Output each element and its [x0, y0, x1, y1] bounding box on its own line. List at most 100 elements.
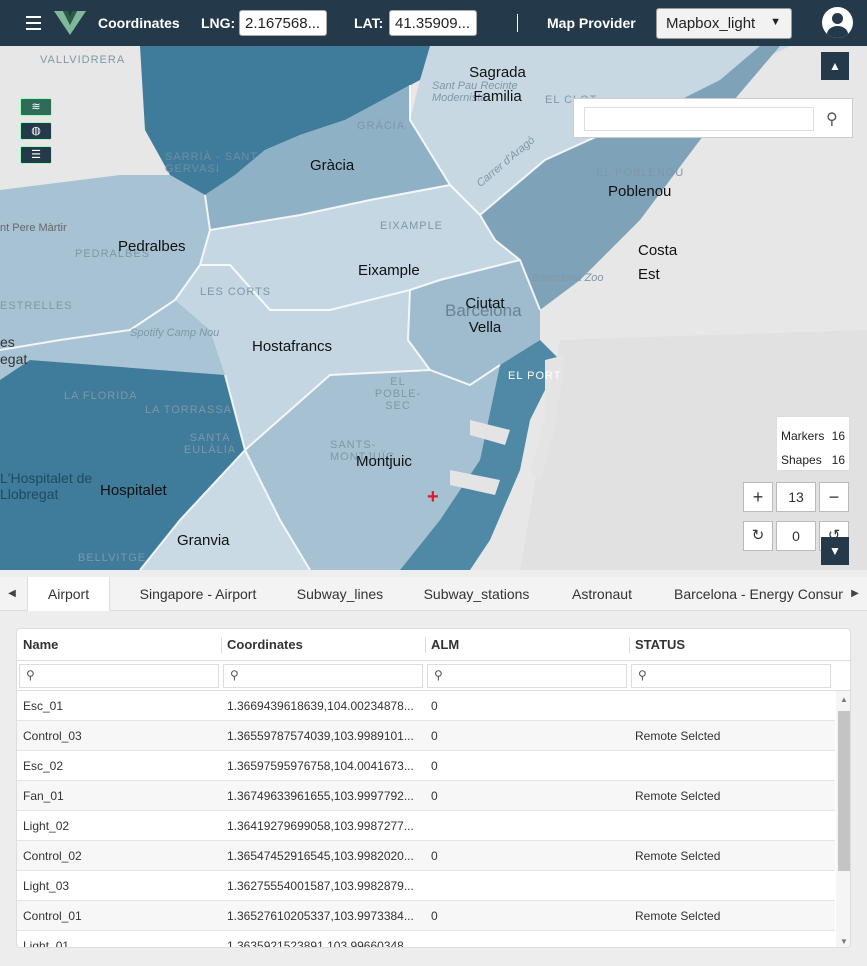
table-cell-name: Control_02 — [23, 849, 82, 863]
filter-status-input[interactable]: ⚲ — [631, 664, 831, 688]
rotate-icon[interactable]: ↻ — [743, 521, 773, 551]
tab-subway-lines[interactable]: Subway_lines — [285, 577, 395, 611]
zoom-in-button[interactable]: + — [743, 482, 773, 512]
table-cell-alm: 0 — [431, 759, 438, 773]
tab-airport[interactable]: Airport — [27, 577, 110, 611]
zoom-level-input[interactable]: 13 — [776, 482, 816, 512]
location-marker-icon[interactable]: + — [427, 486, 439, 509]
map-label-sarria: SARRIÀ - SANT GERVASI — [165, 151, 258, 175]
column-header-name[interactable]: Name — [23, 637, 58, 652]
zoom-out-button[interactable]: − — [819, 482, 849, 512]
search-icon: ⚲ — [230, 668, 239, 682]
district-label-pedralbes[interactable]: Pedralbes — [118, 235, 186, 259]
table-cell-status: Remote Selcted — [635, 849, 721, 863]
rotation-input[interactable]: 0 — [776, 521, 816, 551]
table-cell-status: Remote Selcted — [635, 789, 721, 803]
filter-coordinates-input[interactable]: ⚲ — [223, 664, 423, 688]
chevron-down-icon[interactable]: ▼ — [821, 537, 849, 565]
sliders-icon[interactable]: ☰ — [20, 146, 52, 164]
district-label-sagrada-familia[interactable]: Sagrada Familia — [450, 61, 545, 109]
map-provider-value: Mapbox_light — [666, 15, 756, 32]
district-label-hospitalet[interactable]: Hospitalet — [100, 479, 167, 503]
lng-input[interactable]: 2.167568... — [239, 10, 327, 36]
table-header: Name Coordinates ALM STATUS — [17, 629, 850, 661]
column-header-status[interactable]: STATUS — [635, 637, 685, 652]
shapes-label: Shapes — [781, 453, 822, 467]
table-cell-coordinates: 1.3669439618639,104.00234878... — [227, 699, 414, 713]
filter-alm-input[interactable]: ⚲ — [427, 664, 627, 688]
table-cell-coordinates: 1.36419279699058,103.9987277... — [227, 819, 414, 833]
shapes-count: 16 — [831, 453, 845, 467]
lat-label: LAT: — [354, 15, 384, 31]
globe-icon[interactable]: ◍ — [20, 122, 52, 140]
table-row[interactable]: Light_03 1.36275554001587,103.9982879... — [17, 871, 835, 901]
tab-subway-stations[interactable]: Subway_stations — [410, 577, 543, 611]
map-label-eixample-small: EIXAMPLE — [380, 220, 444, 232]
map-label-cut-es: es — [0, 334, 15, 350]
table-cell-alm: 0 — [431, 729, 438, 743]
district-label-poblenou[interactable]: Poblenou — [608, 180, 671, 204]
district-label-hostafrancs[interactable]: Hostafrancs — [252, 335, 332, 359]
district-label-montjuic[interactable]: Montjuic — [356, 450, 412, 474]
map-label-cut-egat: egat — [0, 351, 28, 367]
table-row[interactable]: Light_02 1.36419279699058,103.9987277... — [17, 811, 835, 841]
table-row[interactable]: Light_01 1.3635921523891,103.99660348... — [17, 931, 835, 948]
map-search-input[interactable] — [584, 107, 814, 131]
table-row[interactable]: Esc_02 1.36597595976758,104.0041673... 0 — [17, 751, 835, 781]
map-label-el-poblenou: EL POBLENOU — [596, 167, 685, 179]
map-label-les-corts: LES CORTS — [200, 286, 272, 298]
tab-strip: ◀ Airport Singapore - Airport Subway_lin… — [0, 577, 867, 611]
table-cell-coordinates: 1.36597595976758,104.0041673... — [227, 759, 414, 773]
map-label-el-port: EL PORT — [508, 370, 562, 382]
map-label-estrelles: ESTRELLES — [0, 300, 73, 312]
district-label-ciutat-vella[interactable]: Ciutat Vella — [455, 292, 515, 340]
markers-count: 16 — [831, 429, 845, 443]
app-title: Coordinates — [98, 15, 180, 31]
district-label-costa-est[interactable]: Costa Est — [638, 239, 688, 287]
map-label-la-torrassa: LA TORRASSA — [145, 404, 233, 416]
map-canvas[interactable]: VALLVIDRERA SARRIÀ - SANT GERVASI GRÀCIA… — [0, 46, 867, 570]
table-scrollbar[interactable]: ▲ ▼ — [836, 691, 850, 947]
search-icon: ⚲ — [434, 668, 443, 682]
column-header-alm[interactable]: ALM — [431, 637, 459, 652]
district-label-granvia[interactable]: Granvia — [177, 529, 230, 553]
district-label-eixample[interactable]: Eixample — [358, 259, 420, 283]
table-cell-name: Fan_01 — [23, 789, 64, 803]
table-cell-name: Control_01 — [23, 909, 82, 923]
table-cell-coordinates: 1.3635921523891,103.99660348... — [227, 939, 414, 948]
lat-input[interactable]: 41.35909... — [389, 10, 477, 36]
table-cell-coordinates: 1.36749633961655,103.9997792... — [227, 789, 414, 803]
search-icon[interactable]: ⚲ — [826, 109, 838, 129]
map-label-sant-pere: nt Pere Màrtir — [0, 222, 67, 234]
tab-barcelona-energy[interactable]: Barcelona - Energy Consum — [662, 577, 843, 611]
menu-icon[interactable] — [26, 16, 41, 30]
map-provider-select[interactable]: Mapbox_light ▼ — [656, 8, 792, 39]
table-cell-name: Light_01 — [23, 939, 70, 948]
chevron-right-icon[interactable]: ▶ — [843, 577, 867, 611]
user-avatar-icon[interactable] — [822, 7, 853, 38]
table-cell-name: Esc_01 — [23, 699, 64, 713]
lng-label: LNG: — [201, 15, 236, 31]
chevron-up-icon[interactable]: ▲ — [821, 52, 849, 80]
tab-astronaut[interactable]: Astronaut — [558, 577, 646, 611]
column-header-coordinates[interactable]: Coordinates — [227, 637, 303, 652]
table-row[interactable]: Control_02 1.36547452916545,103.9982020..… — [17, 841, 835, 871]
table-cell-name: Light_02 — [23, 819, 70, 833]
table-row[interactable]: Esc_01 1.3669439618639,104.00234878... 0 — [17, 691, 835, 721]
table-row[interactable]: Control_01 1.36527610205337,103.9973384..… — [17, 901, 835, 931]
chevron-left-icon[interactable]: ◀ — [0, 577, 24, 611]
table-cell-alm: 0 — [431, 789, 438, 803]
filter-name-input[interactable]: ⚲ — [19, 664, 219, 688]
table-cell-name: Light_03 — [23, 879, 70, 893]
table-row[interactable]: Control_03 1.36559787574039,103.9989101..… — [17, 721, 835, 751]
search-icon: ⚲ — [26, 668, 35, 682]
markers-label: Markers — [781, 429, 825, 443]
table-cell-name: Esc_02 — [23, 759, 64, 773]
district-label-gracia[interactable]: Gràcia — [310, 154, 354, 178]
table-row[interactable]: Fan_01 1.36749633961655,103.9997792... 0 Re… — [17, 781, 835, 811]
search-icon: ⚲ — [638, 668, 647, 682]
table-cell-coordinates: 1.36275554001587,103.9982879... — [227, 879, 414, 893]
layers-icon[interactable]: ≋ — [20, 98, 52, 116]
tab-singapore-airport[interactable]: Singapore - Airport — [122, 577, 274, 611]
table-cell-coordinates: 1.36527610205337,103.9973384... — [227, 909, 414, 923]
